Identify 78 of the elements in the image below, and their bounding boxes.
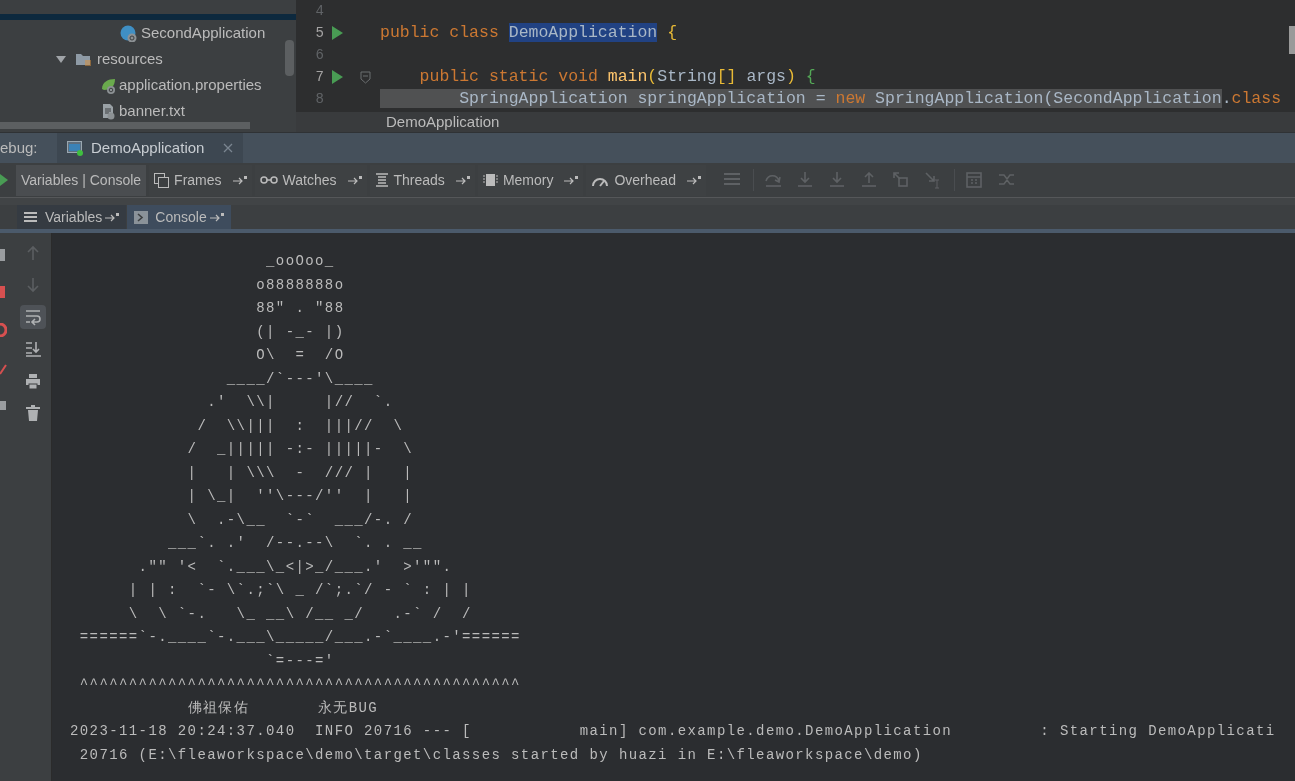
- close-icon[interactable]: [223, 143, 234, 153]
- console-tab[interactable]: Variables: [17, 205, 127, 229]
- console-icon: [134, 210, 149, 224]
- breadcrumb[interactable]: DemoApplication: [386, 110, 500, 134]
- bar-icon[interactable]: [0, 249, 6, 261]
- tree-item-label[interactable]: resources: [97, 47, 163, 71]
- console-line: ___`. .' /--.--\ `. . __: [167, 534, 423, 553]
- pin-icon[interactable]: [209, 212, 224, 222]
- wrap-button[interactable]: [20, 305, 46, 329]
- calculator-icon[interactable]: [966, 171, 984, 189]
- debugger-tab[interactable]: Variables | Console: [16, 164, 147, 196]
- console-line: `=---=': [265, 651, 335, 671]
- panel-title: ebug:: [0, 137, 39, 158]
- file-icon: [100, 102, 117, 120]
- fold-icon[interactable]: [359, 70, 371, 84]
- console-line: | \_| ''\---/'' | |: [186, 487, 414, 506]
- wrap-icon: [25, 308, 41, 326]
- leaf-icon: [100, 76, 117, 94]
- lines-icon: [374, 173, 389, 187]
- console-line: _ooOoo_: [265, 252, 335, 271]
- tree-item-label[interactable]: banner.txt: [119, 99, 185, 123]
- pin-icon[interactable]: [105, 212, 120, 222]
- console-line: \ .-\__ `-` ___/-. /: [186, 510, 414, 530]
- console-line: ____/`---'\____: [225, 369, 374, 389]
- console-line: 佛祖保佑 永无BUG: [186, 698, 379, 718]
- down-arrow-icon[interactable]: [829, 171, 847, 189]
- box-arrow-icon[interactable]: [893, 171, 911, 189]
- pin-icon[interactable]: [455, 175, 470, 185]
- session-tab[interactable]: DemoApplication: [57, 133, 244, 163]
- trash-icon: [25, 404, 41, 422]
- console-line: ."" '< `.___\_<|>_/___.' >'"".: [137, 557, 453, 577]
- console-line: .' \\| |// `.: [206, 393, 394, 412]
- code-line: SpringApplication springApplication = new SpringApplication(SecondApplication.class: [380, 89, 1282, 109]
- window-icon: [67, 139, 84, 157]
- frames-icon: [154, 172, 170, 188]
- console-line: 88" . "88: [255, 299, 345, 318]
- console-line: o8888888o: [255, 275, 345, 295]
- tree-item-label[interactable]: SecondApplication: [141, 21, 266, 45]
- run-icon[interactable]: [331, 26, 343, 40]
- class-icon: [120, 24, 137, 42]
- square-icon[interactable]: [0, 401, 7, 411]
- up-arrow-icon[interactable]: [861, 171, 879, 189]
- down-arrow-icon[interactable]: [797, 171, 815, 189]
- slash-icon[interactable]: [0, 362, 7, 376]
- pin-icon[interactable]: [232, 175, 247, 185]
- scrollbar-thumb[interactable]: [1289, 26, 1295, 54]
- scroll-end-icon: [25, 340, 41, 358]
- console-line: 20716 (E:\fleaworkspace\demo\target\classes started by huazi in E:\fleaworkspace\demo): [78, 745, 923, 765]
- line-number: 7: [314, 67, 324, 87]
- chip-icon: [482, 173, 498, 187]
- console-tab[interactable]: Console: [127, 205, 231, 229]
- console-line: (| -_- |): [255, 322, 345, 342]
- expand-arrow-icon[interactable]: [55, 53, 67, 65]
- glasses-icon: [259, 175, 278, 185]
- tree-item-label[interactable]: application.properties: [119, 73, 262, 97]
- scrollbar-thumb[interactable]: [0, 122, 250, 129]
- run-icon[interactable]: [0, 174, 8, 186]
- printer-icon: [25, 372, 41, 390]
- pin-icon[interactable]: [347, 175, 362, 185]
- console-line: / _||||| -:- |||||- \: [186, 440, 414, 459]
- console-line: ======`-.____`-.___\_____/___.-`____.-'======: [78, 628, 521, 647]
- line-number: 5: [314, 23, 324, 43]
- run-icon[interactable]: [331, 70, 343, 84]
- console-line: | | : `- \`.;`\ _ /`;.`/ - ` : | |: [127, 581, 472, 600]
- console-line: | | \\\ - /// | |: [186, 463, 414, 483]
- console-line: / \\||| : |||// \: [196, 416, 404, 436]
- code-line: public class DemoApplication {: [380, 23, 678, 43]
- console-line: O\ = /O: [255, 346, 345, 365]
- pin-icon[interactable]: [564, 175, 579, 185]
- down-arrow-icon: [25, 276, 41, 294]
- pin-icon[interactable]: [686, 175, 701, 185]
- code-line: public static void main(String[] args) {: [418, 67, 816, 87]
- console-line: ^^^^^^^^^^^^^^^^^^^^^^^^^^^^^^^^^^^^^^^^^^^^^: [78, 675, 521, 694]
- console-line: \ \ `-. \_ __\ /__ _/ .-` / /: [127, 604, 472, 624]
- scrollbar-thumb[interactable]: [285, 40, 294, 76]
- stop-icon[interactable]: [0, 286, 6, 298]
- console-line: 2023-11-18 20:24:37.040 INFO 20716 --- [ main] com.example.demo.DemoApplication : Starting DemoApplicati: [70, 722, 1276, 741]
- up-arrow-icon: [25, 244, 41, 262]
